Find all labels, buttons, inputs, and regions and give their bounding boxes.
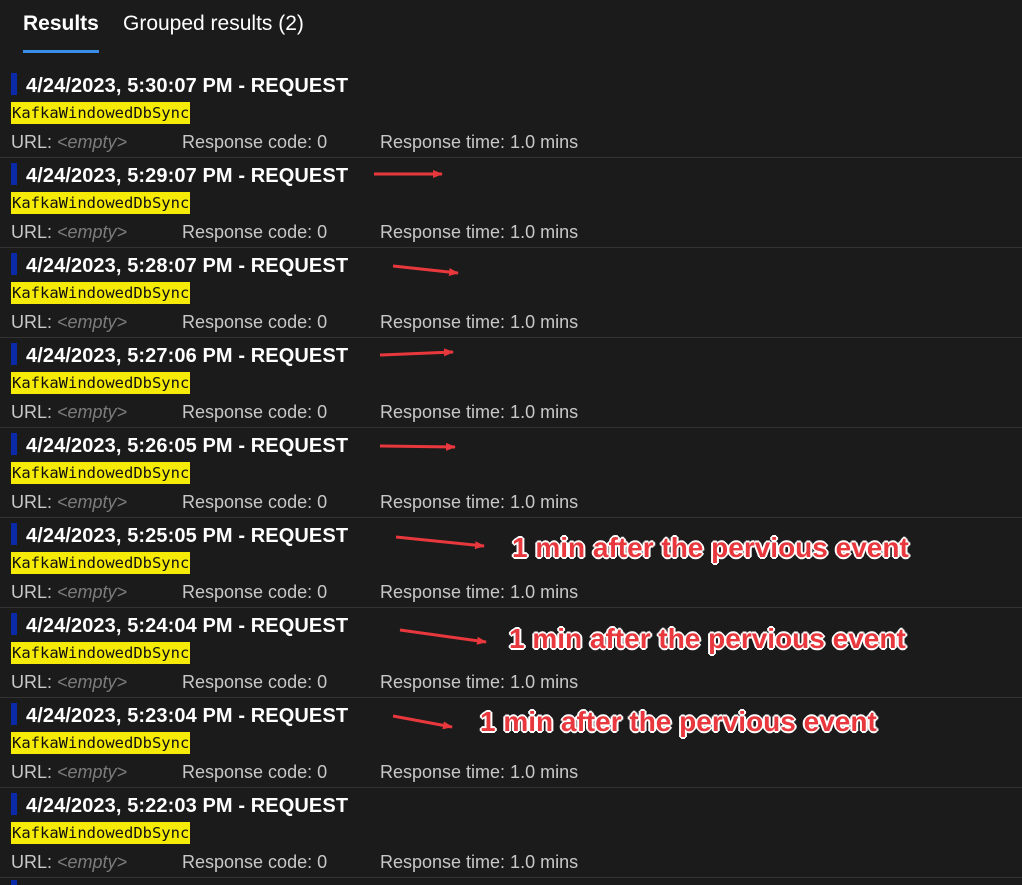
operation-name-badge: KafkaWindowedDbSync: [11, 732, 191, 754]
request-marker: [11, 703, 17, 725]
request-marker: [11, 163, 17, 185]
results-panel: Results Grouped results (2) 4/24/2023, 5…: [0, 0, 1022, 885]
url-label: URL:: [11, 582, 53, 602]
response-time: Response time: 1.0 mins: [380, 852, 579, 872]
response-time: Response time: 1.0 mins: [380, 132, 579, 152]
annotation-note: 1 min after the pervious event: [480, 706, 877, 737]
tab-bar: Results Grouped results (2): [0, 0, 1022, 60]
url-label: URL:: [11, 402, 53, 422]
response-code: Response code: 0: [182, 312, 328, 332]
url-label: URL:: [11, 492, 53, 512]
url-field: URL: <empty>: [11, 852, 127, 873]
url-field: URL: <empty>: [11, 672, 127, 693]
response-time: Response time: 1.0 mins: [380, 492, 579, 512]
row-title: 4/24/2023, 5:27:06 PM - REQUEST: [26, 345, 349, 367]
url-value: <empty>: [57, 672, 128, 692]
result-row[interactable]: 4/24/2023, 5:26:05 PM - REQUEST KafkaWind…: [0, 428, 1022, 518]
request-marker: [11, 523, 17, 545]
response-time: Response time: 1.0 mins: [380, 312, 579, 332]
operation-name-badge: KafkaWindowedDbSync: [11, 642, 191, 664]
response-code: Response code: 0: [182, 582, 328, 602]
operation-name-badge: KafkaWindowedDbSync: [11, 282, 191, 304]
url-value: <empty>: [57, 762, 128, 782]
url-field: URL: <empty>: [11, 582, 127, 603]
result-row[interactable]: 4/24/2023, 5:22:03 PM - REQUEST KafkaWind…: [0, 788, 1022, 878]
url-field: URL: <empty>: [11, 762, 127, 783]
url-field: URL: <empty>: [11, 312, 127, 333]
url-value: <empty>: [57, 582, 128, 602]
row-title: 4/24/2023, 5:25:05 PM - REQUEST: [26, 525, 349, 547]
operation-name-badge: KafkaWindowedDbSync: [11, 462, 191, 484]
url-value: <empty>: [57, 222, 128, 242]
url-label: URL:: [11, 222, 53, 242]
response-time: Response time: 1.0 mins: [380, 762, 579, 782]
request-marker: [11, 253, 17, 275]
response-code: Response code: 0: [182, 492, 328, 512]
result-row[interactable]: 4/24/2023, 5:30:07 PM - REQUEST KafkaWind…: [0, 68, 1022, 158]
request-marker: [11, 880, 17, 885]
request-marker: [11, 433, 17, 455]
operation-name-badge: KafkaWindowedDbSync: [11, 822, 191, 844]
response-code: Response code: 0: [182, 222, 328, 242]
response-code: Response code: 0: [182, 402, 328, 422]
url-label: URL:: [11, 312, 53, 332]
row-title: 4/24/2023, 5:26:05 PM - REQUEST: [26, 435, 349, 457]
response-code: Response code: 0: [182, 132, 328, 152]
url-field: URL: <empty>: [11, 132, 127, 153]
active-tab-indicator: [23, 50, 99, 53]
response-time: Response time: 1.0 mins: [380, 672, 579, 692]
row-title: 4/24/2023, 5:23:04 PM - REQUEST: [26, 705, 349, 727]
url-field: URL: <empty>: [11, 402, 127, 423]
url-label: URL:: [11, 672, 53, 692]
url-field: URL: <empty>: [11, 222, 127, 243]
annotation-note: 1 min after the pervious event: [509, 623, 906, 654]
url-value: <empty>: [57, 402, 128, 422]
response-code: Response code: 0: [182, 852, 328, 872]
tab-results[interactable]: Results: [23, 12, 99, 36]
url-field: URL: <empty>: [11, 492, 127, 513]
tab-grouped-results[interactable]: Grouped results (2): [123, 12, 304, 36]
request-marker: [11, 343, 17, 365]
url-label: URL:: [11, 852, 53, 872]
row-title: 4/24/2023, 5:29:07 PM - REQUEST: [26, 165, 349, 187]
result-row[interactable]: 4/24/2023, 5:27:06 PM - REQUEST KafkaWind…: [0, 338, 1022, 428]
annotation-note: 1 min after the pervious event: [512, 532, 909, 563]
result-row[interactable]: 4/24/2023, 5:29:07 PM - REQUEST KafkaWind…: [0, 158, 1022, 248]
request-marker: [11, 613, 17, 635]
response-code: Response code: 0: [182, 762, 328, 782]
url-value: <empty>: [57, 312, 128, 332]
request-marker: [11, 73, 17, 95]
row-title: 4/24/2023, 5:30:07 PM - REQUEST: [26, 75, 349, 97]
url-value: <empty>: [57, 132, 128, 152]
operation-name-badge: KafkaWindowedDbSync: [11, 192, 191, 214]
row-title: 4/24/2023, 5:28:07 PM - REQUEST: [26, 255, 349, 277]
response-code: Response code: 0: [182, 672, 328, 692]
row-title: 4/24/2023, 5:22:03 PM - REQUEST: [26, 795, 349, 817]
results-list: 4/24/2023, 5:30:07 PM - REQUEST KafkaWind…: [0, 68, 1022, 878]
response-time: Response time: 1.0 mins: [380, 402, 579, 422]
operation-name-badge: KafkaWindowedDbSync: [11, 372, 191, 394]
response-time: Response time: 1.0 mins: [380, 582, 579, 602]
url-label: URL:: [11, 762, 53, 782]
url-value: <empty>: [57, 852, 128, 872]
operation-name-badge: KafkaWindowedDbSync: [11, 552, 191, 574]
row-title: 4/24/2023, 5:24:04 PM - REQUEST: [26, 615, 349, 637]
result-row[interactable]: 4/24/2023, 5:28:07 PM - REQUEST KafkaWind…: [0, 248, 1022, 338]
url-label: URL:: [11, 132, 53, 152]
response-time: Response time: 1.0 mins: [380, 222, 579, 242]
url-value: <empty>: [57, 492, 128, 512]
request-marker: [11, 793, 17, 815]
operation-name-badge: KafkaWindowedDbSync: [11, 102, 191, 124]
